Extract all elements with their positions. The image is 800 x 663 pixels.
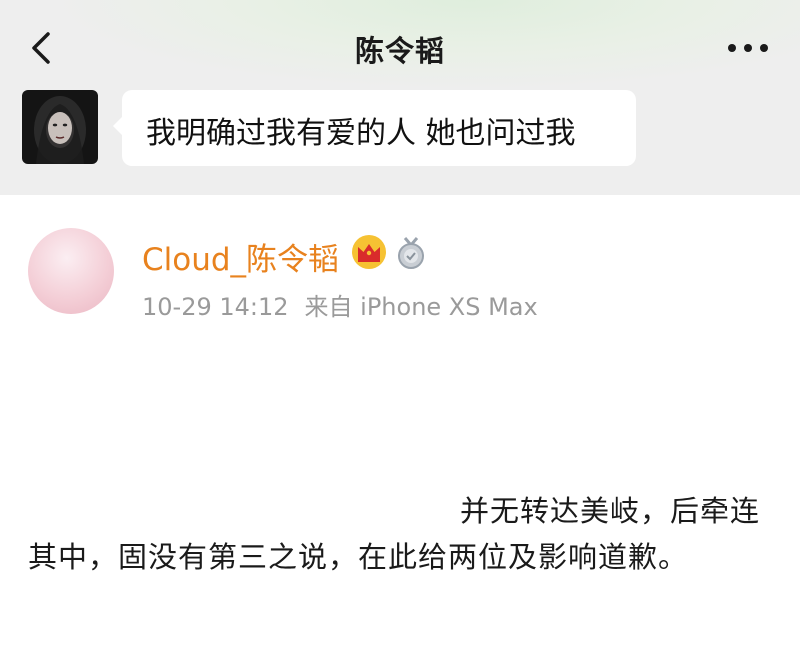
page-title: 陈令韬	[354, 34, 445, 68]
post-source[interactable]: 来自 iPhone XS Max	[305, 293, 538, 321]
chat-section: 陈令韬 我明确过我有爱的人 她也问过我	[0, 0, 800, 195]
ellipsis-icon	[728, 44, 768, 52]
user-avatar[interactable]	[28, 228, 114, 314]
chat-avatar[interactable]	[22, 90, 98, 164]
medal-icon	[398, 237, 424, 269]
nav-bar: 陈令韬	[0, 0, 800, 94]
more-button[interactable]	[720, 36, 776, 60]
crown-icon	[352, 235, 386, 269]
username[interactable]: Cloud_陈令韬	[142, 234, 339, 279]
chat-message-bubble[interactable]: 我明确过我有爱的人 她也问过我	[113, 90, 636, 166]
post-time: 10-29 14:12	[142, 293, 289, 321]
post-meta: 10-29 14:12 来自 iPhone XS Max	[142, 287, 538, 322]
post-content: 并无转达美岐，后牵连其中，固没有第三之说，在此给两位及影响道歉。	[28, 494, 761, 574]
